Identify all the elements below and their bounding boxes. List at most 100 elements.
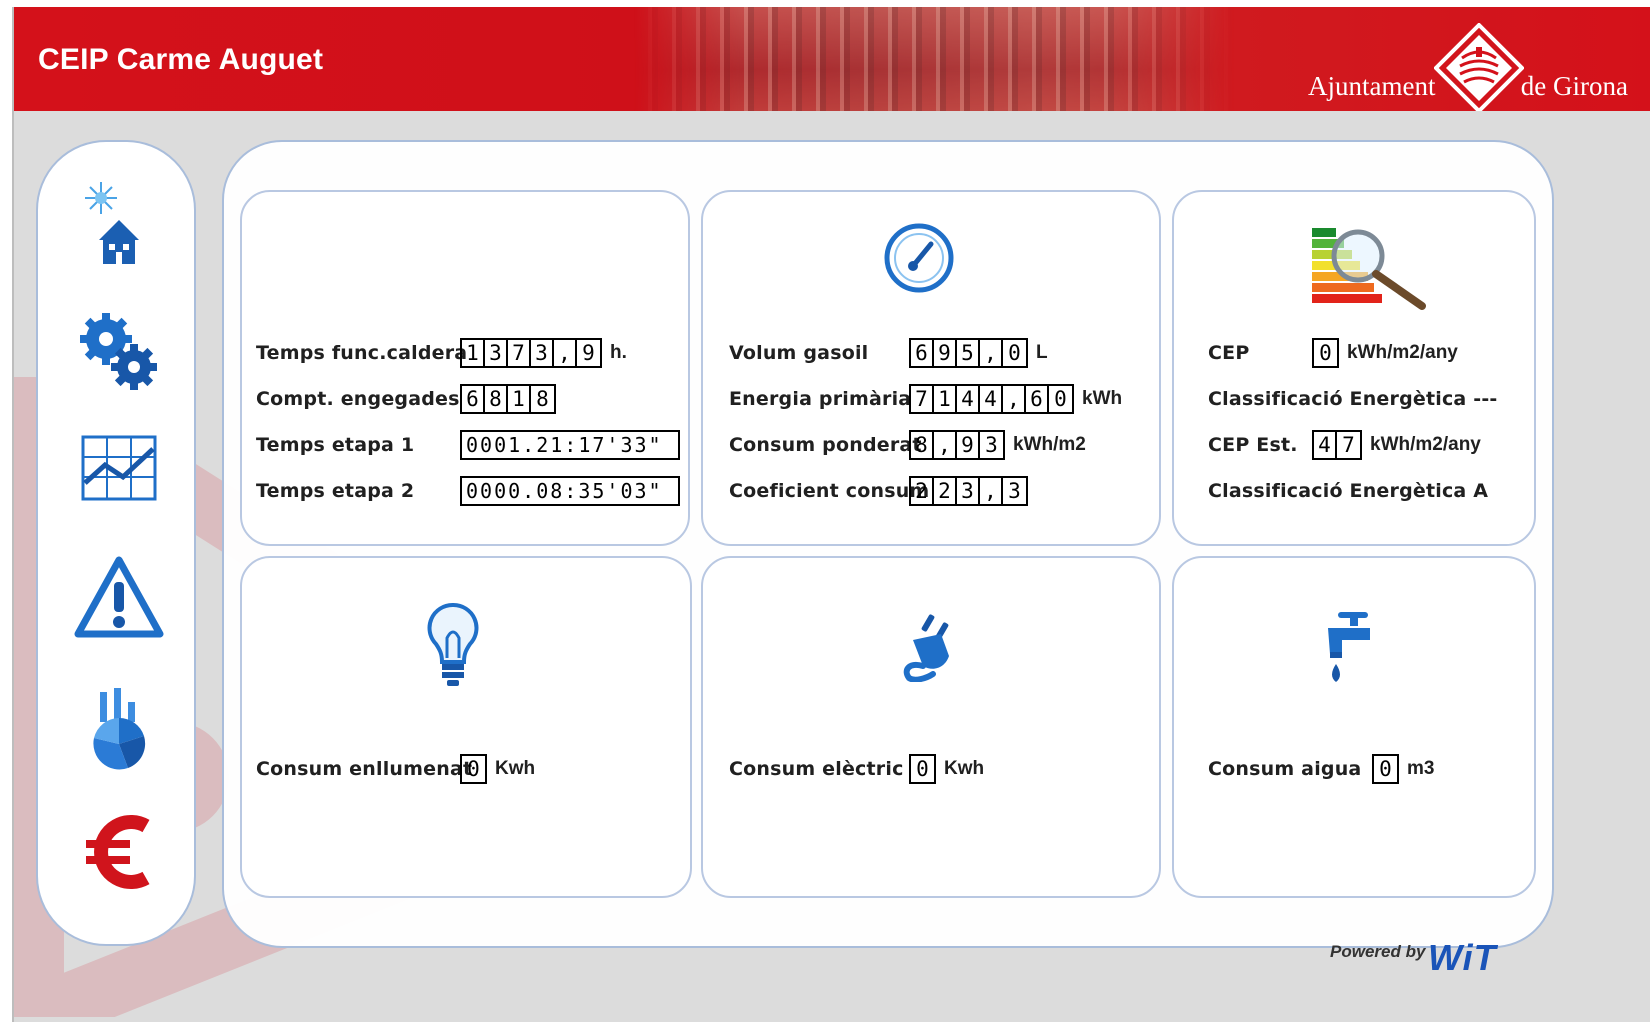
- digit-cell: 7: [911, 386, 934, 412]
- digit-display: 0: [909, 754, 936, 784]
- boiler-row-stage1: Temps etapa 1 0001.21:17'33": [256, 430, 680, 460]
- boiler-row-runtime: Temps func.caldera 1373,9 h.: [256, 338, 627, 368]
- digit-display: 8,93: [909, 430, 1005, 460]
- water-row: Consum aigua 0 m3: [1208, 754, 1434, 784]
- unit-label: Kwh: [495, 758, 536, 779]
- digit-cell: 3: [957, 478, 980, 504]
- digit-display: 223,3: [909, 476, 1028, 506]
- unit-label: kWh/m2/any: [1347, 342, 1458, 363]
- timer-display: 0000.08:35'03": [460, 476, 680, 506]
- digit-cell: 0: [1319, 341, 1332, 365]
- digit-cell: 9: [582, 341, 595, 365]
- ajuntament-girona-logo[interactable]: Ajuntament de Girona: [1308, 21, 1628, 111]
- digit-cell: 0: [1054, 387, 1067, 411]
- field-label: Classificació Energètica A: [1208, 480, 1489, 502]
- lightbulb-icon: [427, 602, 479, 686]
- digit-cell: 0: [1379, 757, 1392, 781]
- nav-item-costs[interactable]: [64, 802, 174, 902]
- wit-logo[interactable]: WiT: [1428, 937, 1497, 979]
- field-label: Consum elèctric: [729, 758, 904, 780]
- digit-cell: 1: [508, 386, 531, 412]
- pie-bar-chart-icon: [93, 688, 146, 770]
- digit-cell: 6: [1026, 386, 1049, 412]
- electric-card: Consum elèctric 0 Kwh: [701, 556, 1161, 898]
- water-card: Consum aigua 0 m3: [1172, 556, 1536, 898]
- sidebar-nav: [36, 140, 196, 946]
- field-label: Consum ponderat: [729, 434, 922, 456]
- unit-label: L: [1036, 342, 1048, 363]
- timer-display: 0001.21:17'33": [460, 430, 680, 460]
- digit-display: 6818: [460, 384, 556, 414]
- digit-cell: 3: [531, 340, 554, 366]
- unit-label: h.: [610, 342, 627, 363]
- field-label: Temps etapa 2: [256, 480, 415, 502]
- field-label: Coeficient consum: [729, 480, 930, 502]
- nav-item-climate[interactable]: [64, 176, 174, 276]
- digit-cell: 1: [934, 386, 957, 412]
- unit-label: kWh/m2/any: [1370, 434, 1481, 455]
- nav-item-statistics[interactable]: [64, 678, 174, 778]
- fuel-row-primary-energy: Energia primària 7144,60 kWh: [729, 384, 1122, 414]
- digit-cell: 0: [467, 757, 480, 781]
- digit-cell: 8: [536, 387, 549, 411]
- digit-display: 47: [1312, 430, 1362, 460]
- electric-row: Consum elèctric 0 Kwh: [729, 754, 984, 784]
- field-label: Consum aigua: [1208, 758, 1362, 780]
- brand-text-girona: de Girona: [1520, 71, 1628, 101]
- header-photo: [634, 7, 1234, 111]
- unit-label: kWh: [1082, 388, 1123, 409]
- field-label: Energia primària: [729, 388, 912, 410]
- nav-item-alarms[interactable]: [64, 547, 174, 647]
- digit-cell: 7: [1342, 433, 1355, 457]
- brand-text-ajuntament: Ajuntament: [1308, 71, 1436, 101]
- lighting-row: Consum enllumenat 0 Kwh: [256, 754, 535, 784]
- unit-label: kWh/m2: [1013, 434, 1086, 455]
- digit-cell: ,: [980, 340, 1003, 366]
- plug-icon: [903, 614, 949, 682]
- field-label: CEP: [1208, 342, 1250, 364]
- digit-cell: 6: [462, 386, 485, 412]
- digit-cell: 3: [485, 340, 508, 366]
- header-banner: CEIP Carme Auguet Ajuntament de Girona: [14, 7, 1650, 111]
- digit-display: 695,0: [909, 338, 1028, 368]
- rating-row-class: Classificació Energètica ---: [1208, 384, 1498, 414]
- powered-by-text: Powered by: [1330, 942, 1426, 961]
- page: CEIP Carme Auguet Ajuntament de Girona T…: [12, 7, 1650, 1022]
- gears-icon: [80, 313, 157, 390]
- lighting-card: Consum enllumenat 0 Kwh: [240, 556, 692, 898]
- digit-cell: 2: [911, 478, 934, 504]
- energy-label-magnifier-icon: [1312, 228, 1426, 310]
- boiler-row-starts: Compt. engegades 6818: [256, 384, 556, 414]
- digit-cell: 1: [462, 340, 485, 366]
- field-label: CEP Est.: [1208, 434, 1298, 456]
- digit-cell: 4: [957, 386, 980, 412]
- digit-cell: 4: [980, 386, 1003, 412]
- field-label: Consum enllumenat: [256, 758, 473, 780]
- digit-cell: ,: [934, 432, 957, 458]
- digit-display: 1373,9: [460, 338, 602, 368]
- digit-cell: 9: [934, 340, 957, 366]
- faucet-icon: [1328, 612, 1370, 682]
- unit-label: m3: [1407, 758, 1435, 779]
- euro-icon: [86, 815, 150, 889]
- digit-cell: 3: [985, 433, 998, 457]
- digit-cell: ,: [554, 340, 577, 366]
- girona-emblem-icon: [1434, 23, 1524, 111]
- nav-item-charts[interactable]: [64, 418, 174, 518]
- field-label: Classificació Energètica ---: [1208, 388, 1498, 410]
- digit-cell: 3: [1008, 479, 1021, 503]
- gauge-icon: [884, 223, 954, 293]
- digit-cell: 6: [911, 340, 934, 366]
- digit-cell: 0: [1008, 341, 1021, 365]
- digit-cell: 0: [916, 757, 929, 781]
- unit-label: Kwh: [944, 758, 985, 779]
- fuel-card: Volum gasoil 695,0 L Energia primària 71…: [701, 190, 1161, 546]
- digit-cell: 4: [1314, 432, 1337, 458]
- digit-cell: 9: [957, 432, 980, 458]
- field-label: Compt. engegades: [256, 388, 460, 410]
- fuel-row-weighted: Consum ponderat 8,93 kWh/m2: [729, 430, 1086, 460]
- main-panel: Temps func.caldera 1373,9 h. Compt. enge…: [222, 140, 1554, 948]
- digit-cell: 8: [485, 386, 508, 412]
- boiler-card: Temps func.caldera 1373,9 h. Compt. enge…: [240, 190, 690, 546]
- nav-item-settings[interactable]: [64, 302, 174, 402]
